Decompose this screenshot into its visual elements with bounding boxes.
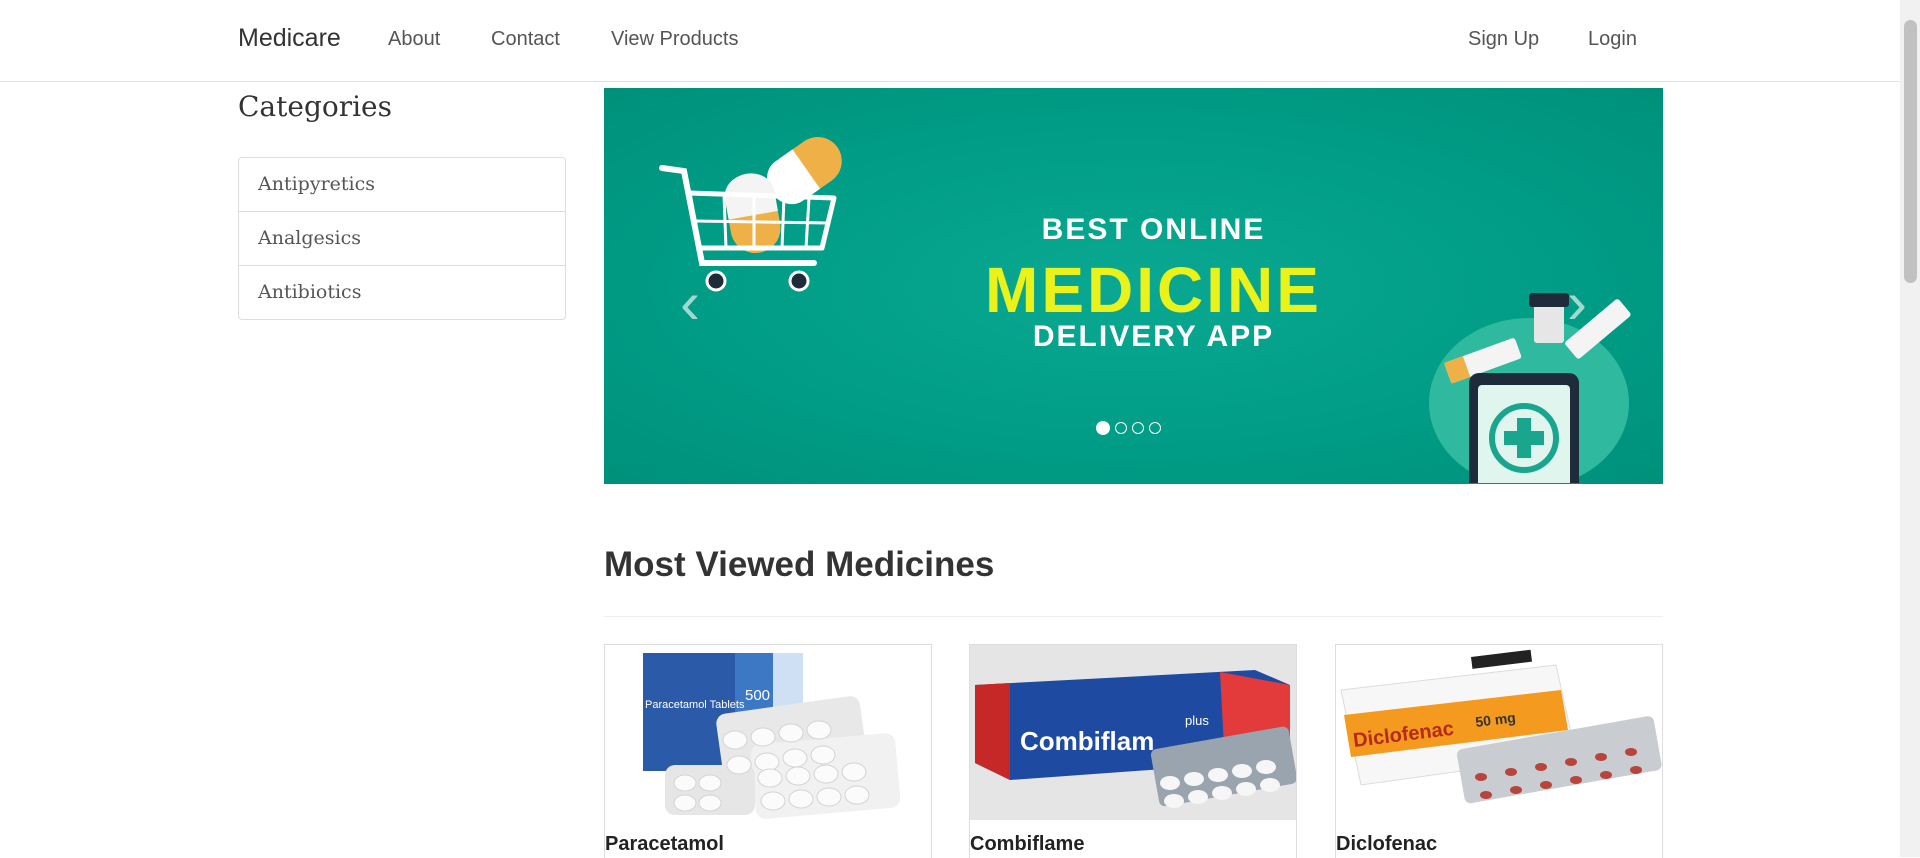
category-item-analgesics[interactable]: Analgesics [239, 212, 565, 266]
product-card-paracetamol[interactable]: Paracetamol Tablets 500 Paracetamol [604, 644, 932, 858]
product-name-combiflame[interactable]: Combiflame [970, 833, 1084, 856]
product-image-diclofenac[interactable]: Diclofenac 50 mg [1336, 645, 1662, 820]
carousel-prev-button[interactable]: ‹ [670, 273, 710, 333]
hero-carousel: BEST ONLINE MEDICINE DELIVERY APP ‹ › [604, 88, 1663, 484]
paracetamol-box-text: Paracetamol Tablets [645, 699, 745, 711]
banner-text-medicine: MEDICINE [985, 254, 1322, 326]
carousel-indicator-4[interactable] [1149, 422, 1161, 434]
nav-link-sign-up[interactable]: Sign Up [1468, 28, 1539, 51]
carousel-indicator-2[interactable] [1115, 422, 1127, 434]
carousel-indicator-1[interactable] [1096, 421, 1110, 435]
page-scrollbar[interactable] [1900, 0, 1920, 857]
chevron-right-icon: › [1567, 269, 1587, 336]
carousel-indicator-3[interactable] [1132, 422, 1144, 434]
banner-text-delivery-app: DELIVERY APP [1032, 320, 1275, 353]
scrollbar-thumb[interactable] [1904, 20, 1917, 283]
brand-logo-link[interactable]: Medicare [238, 24, 341, 53]
nav-link-view-products[interactable]: View Products [611, 28, 738, 51]
banner-text-best-online: BEST ONLINE [1041, 213, 1266, 246]
nav-link-contact[interactable]: Contact [491, 28, 560, 51]
category-list: Antipyretics Analgesics Antibiotics [238, 157, 566, 320]
product-image-paracetamol[interactable]: Paracetamol Tablets 500 [605, 645, 931, 820]
categories-heading: Categories [238, 90, 392, 123]
product-name-paracetamol[interactable]: Paracetamol [605, 833, 724, 856]
product-card-combiflame[interactable]: Combiflam plus Combiflame [969, 644, 1297, 858]
category-item-antipyretics[interactable]: Antipyretics [239, 158, 565, 212]
product-name-diclofenac[interactable]: Diclofenac [1336, 833, 1437, 856]
nav-link-about[interactable]: About [388, 28, 440, 51]
category-item-antibiotics[interactable]: Antibiotics [239, 266, 565, 319]
most-viewed-heading: Most Viewed Medicines [604, 545, 995, 584]
chevron-left-icon: ‹ [680, 269, 700, 336]
product-image-combiflame[interactable]: Combiflam plus [970, 645, 1296, 820]
combiflam-box-dose: plus [1185, 713, 1209, 728]
product-card-diclofenac[interactable]: Diclofenac 50 mg Diclofenac [1335, 644, 1663, 858]
top-navbar: Medicare About Contact View Products Sig… [0, 0, 1900, 82]
paracetamol-box-dose: 500 [745, 687, 770, 704]
combiflam-box-text: Combiflam [1020, 726, 1154, 756]
carousel-next-button[interactable]: › [1557, 273, 1597, 333]
carousel-indicators [1096, 421, 1161, 435]
nav-link-login[interactable]: Login [1588, 28, 1637, 51]
section-divider [604, 616, 1663, 617]
